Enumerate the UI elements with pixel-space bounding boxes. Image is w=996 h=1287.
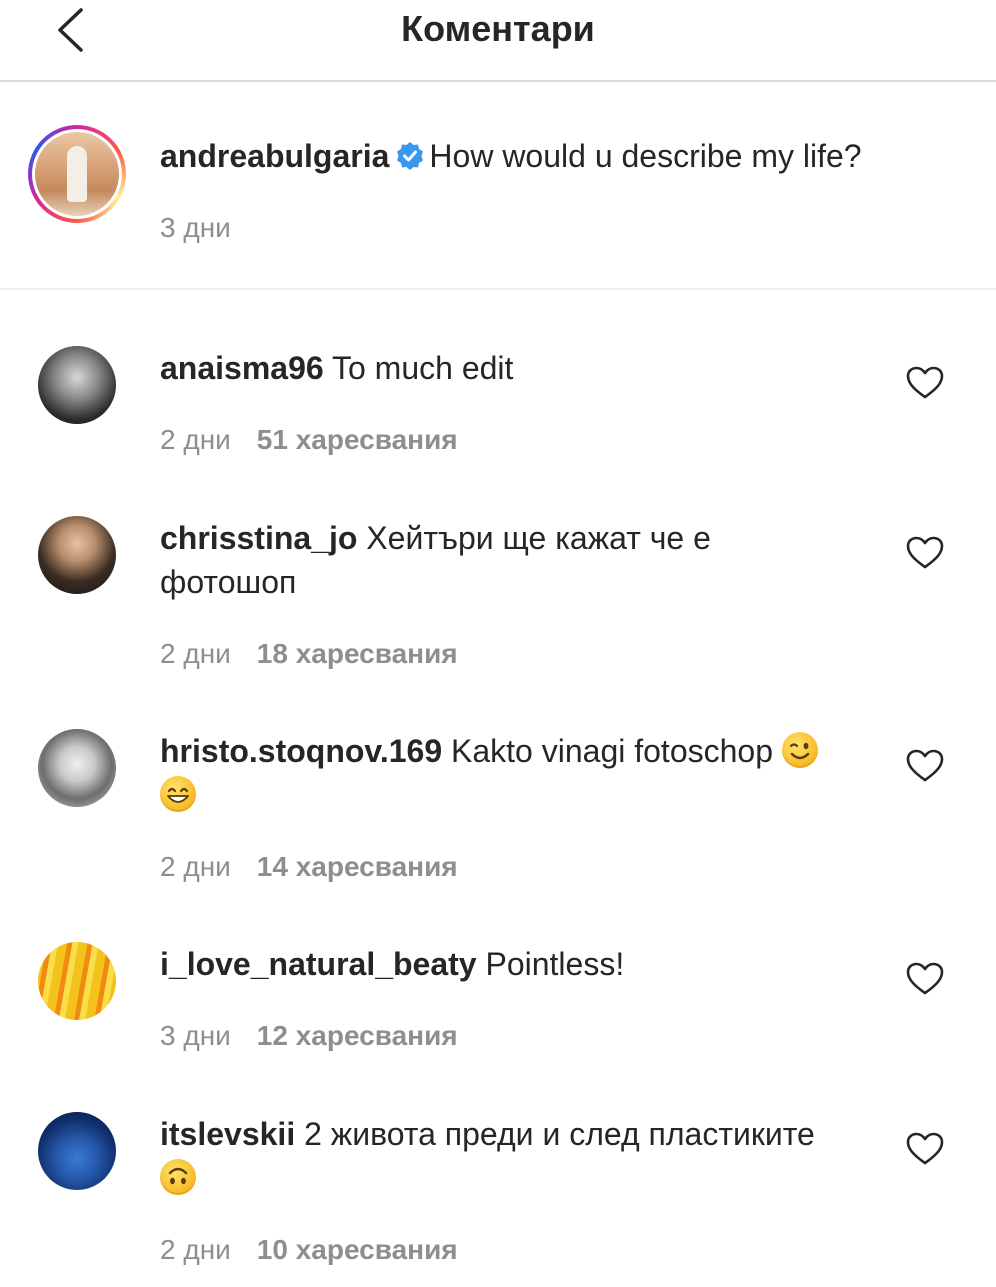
heart-outline-icon[interactable]: [906, 1132, 944, 1166]
winking-face-emoji: [781, 732, 818, 768]
comment-meta: 3 дни 12 харесвания: [160, 1020, 458, 1052]
comment-text: Pointless!: [485, 946, 625, 982]
timestamp: 2 дни: [160, 1234, 231, 1265]
comment-line: i_love_natural_beaty Pointless!: [160, 942, 890, 986]
comment-meta: 2 дни 10 харесвания: [160, 1234, 458, 1266]
grinning-face-emoji: [160, 776, 196, 812]
avatar[interactable]: [35, 132, 119, 216]
likes-count[interactable]: 10 харесвания: [257, 1234, 458, 1265]
avatar[interactable]: [38, 346, 116, 424]
heart-outline-icon[interactable]: [906, 536, 944, 570]
caption-text: How would u describe my life?: [429, 138, 862, 174]
avatar[interactable]: [38, 1112, 116, 1190]
post-meta: 3 дни: [160, 212, 231, 244]
avatar[interactable]: [38, 516, 116, 594]
username-link[interactable]: andreabulgaria: [160, 138, 389, 174]
timestamp: 3 дни: [160, 1020, 231, 1051]
heart-outline-icon[interactable]: [906, 749, 944, 783]
caption-line: andreabulgaria How would u describe my l…: [160, 134, 890, 178]
timestamp: 2 дни: [160, 638, 231, 669]
likes-count[interactable]: 12 харесвания: [257, 1020, 458, 1051]
comment-line: anaisma96 To much edit: [160, 346, 890, 390]
upside-down-face-emoji: [160, 1159, 196, 1195]
avatar[interactable]: [38, 942, 116, 1020]
top-bar: Коментари: [0, 0, 996, 82]
username-link[interactable]: itslevskii: [160, 1116, 295, 1152]
username-link[interactable]: chrisstina_jo: [160, 520, 357, 556]
username-link[interactable]: hristo.stoqnov.169: [160, 733, 442, 769]
comment-line: itslevskii 2 живота преди и след пластик…: [160, 1112, 880, 1200]
comment-line: chrisstina_jo Хейтъри ще кажат че е фото…: [160, 516, 760, 604]
timestamp: 2 дни: [160, 424, 231, 455]
comment-line: hristo.stoqnov.169 Kakto vinagi fotoscho…: [160, 729, 860, 817]
timestamp: 3 дни: [160, 212, 231, 243]
comment-text: To much edit: [331, 350, 514, 386]
avatar[interactable]: [38, 729, 116, 807]
likes-count[interactable]: 18 харесвания: [257, 638, 458, 669]
comment-meta: 2 дни 18 харесвания: [160, 638, 458, 670]
verified-badge-icon: [397, 142, 424, 170]
comment-meta: 2 дни 51 харесвания: [160, 424, 458, 456]
comment-meta: 2 дни 14 харесвания: [160, 851, 458, 883]
heart-outline-icon[interactable]: [906, 366, 944, 400]
timestamp: 2 дни: [160, 851, 231, 882]
likes-count[interactable]: 14 харесвания: [257, 851, 458, 882]
username-link[interactable]: anaisma96: [160, 350, 324, 386]
likes-count[interactable]: 51 харесвания: [257, 424, 458, 455]
page-title: Коментари: [401, 8, 595, 49]
heart-outline-icon[interactable]: [906, 962, 944, 996]
comment-text: 2 живота преди и след пластиките: [304, 1116, 815, 1152]
username-link[interactable]: i_love_natural_beaty: [160, 946, 477, 982]
post-caption: andreabulgaria How would u describe my l…: [0, 82, 996, 290]
comment-text: Kakto vinagi fotoschop: [451, 733, 773, 769]
